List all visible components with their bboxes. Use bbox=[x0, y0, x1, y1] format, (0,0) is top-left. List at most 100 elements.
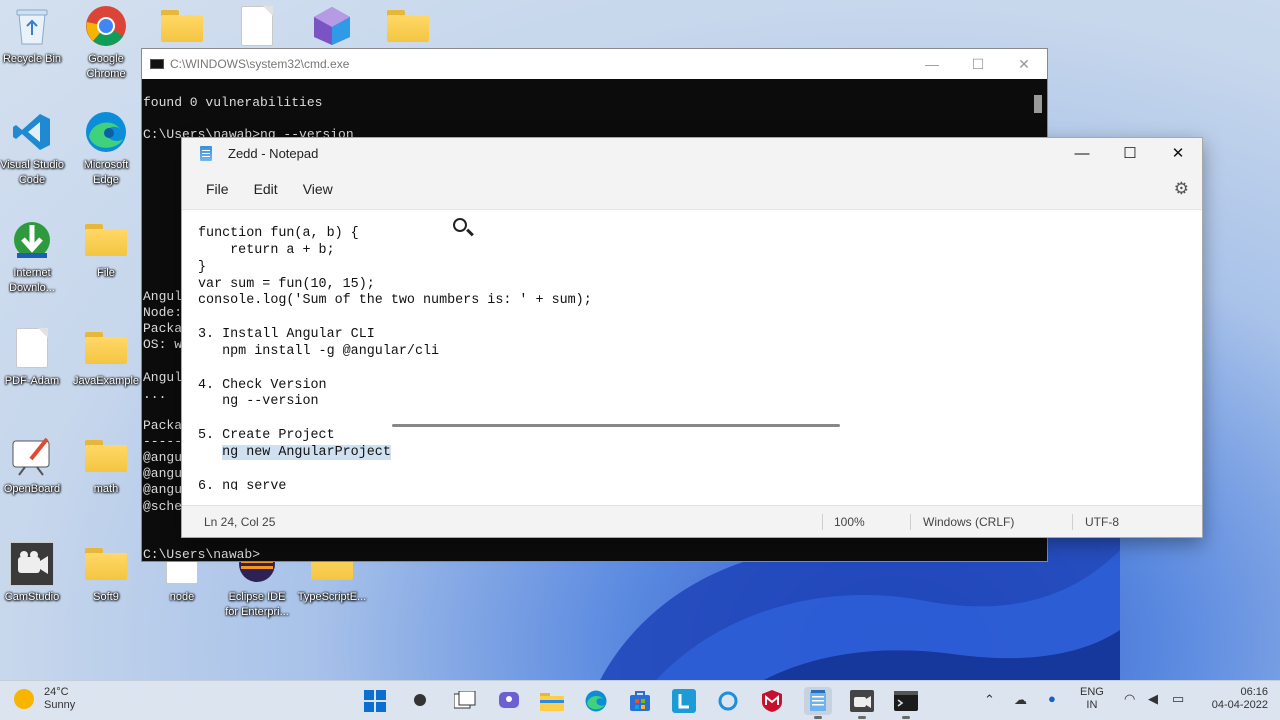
selected-text: ng new AngularProject bbox=[222, 444, 391, 460]
text-indent bbox=[198, 445, 222, 460]
text-line: ng --version bbox=[198, 394, 319, 410]
console-line: @angu bbox=[143, 466, 183, 481]
desktop-icon-virtualbox[interactable] bbox=[296, 4, 368, 48]
desktop-icon-soft9[interactable]: Soft9 bbox=[70, 542, 142, 605]
console-line: Packa bbox=[143, 321, 183, 336]
line-ending: Windows (CRLF) bbox=[923, 515, 1015, 529]
console-line: Packa bbox=[143, 418, 183, 433]
desktop-icon-pdf-adam[interactable]: PDF-Adam bbox=[0, 326, 68, 389]
menu-file[interactable]: File bbox=[196, 177, 239, 201]
text-editor[interactable]: function fun(a, b) { return a + b; } var… bbox=[182, 210, 1202, 490]
notepad-titlebar[interactable]: Zedd - Notepad — ☐ ✕ bbox=[182, 138, 1202, 168]
menu-bar: File Edit View ⚙ bbox=[182, 168, 1202, 210]
folder-icon bbox=[84, 434, 128, 478]
launcher-icon[interactable] bbox=[670, 687, 698, 715]
desktop-icon-label: CamStudio bbox=[4, 591, 60, 603]
encoding: UTF-8 bbox=[1085, 515, 1119, 529]
status-bar: Ln 24, Col 25 100% Windows (CRLF) UTF-8 bbox=[182, 505, 1202, 537]
clock[interactable]: 06:16 04-04-2022 bbox=[1198, 686, 1268, 712]
desktop-icon-openboard[interactable]: OpenBoard bbox=[0, 434, 68, 497]
desktop-icon-camstudio[interactable]: CamStudio bbox=[0, 542, 68, 605]
desktop-icon-folder[interactable] bbox=[372, 4, 444, 48]
wifi-icon[interactable]: ◠ bbox=[1124, 692, 1135, 705]
weather-temp: 24°C bbox=[44, 686, 69, 698]
close-button[interactable]: ✕ bbox=[1154, 138, 1202, 168]
minimize-button[interactable]: — bbox=[1058, 138, 1106, 168]
store-icon[interactable] bbox=[626, 687, 654, 715]
cmd-title: C:\WINDOWS\system32\cmd.exe bbox=[170, 57, 350, 71]
search-icon[interactable] bbox=[407, 687, 435, 715]
camstudio-icon[interactable] bbox=[848, 687, 876, 719]
close-button[interactable]: ✕ bbox=[1001, 56, 1047, 73]
vscode-icon bbox=[10, 110, 54, 154]
language-code: ENG bbox=[1080, 686, 1104, 698]
desktop-icon-label: OpenBoard bbox=[3, 483, 61, 495]
volume-icon[interactable]: ◀ bbox=[1148, 692, 1158, 705]
recycle-bin-icon bbox=[10, 4, 54, 48]
text-line: function fun(a, b) { bbox=[198, 226, 359, 241]
file-explorer-icon[interactable] bbox=[538, 687, 566, 715]
folder-icon bbox=[160, 4, 204, 48]
edge-icon bbox=[84, 110, 128, 154]
text-line: 4. Check Version bbox=[198, 377, 327, 393]
settings-gear-icon[interactable]: ⚙ bbox=[1174, 179, 1189, 199]
menu-view[interactable]: View bbox=[293, 177, 343, 201]
language-indicator[interactable]: ENG IN bbox=[1080, 686, 1104, 712]
magnifier-cursor-icon bbox=[453, 218, 467, 232]
folder-icon bbox=[386, 4, 430, 48]
cmd-icon bbox=[150, 59, 164, 69]
battery-icon[interactable]: ▭ bbox=[1172, 692, 1184, 705]
text-line: var sum = fun(10, 15); bbox=[198, 276, 375, 292]
region-code: IN bbox=[1086, 699, 1098, 711]
desktop-icon-label: Google Chrome bbox=[86, 53, 126, 80]
desktop-icon-recycle-bin[interactable]: Recycle Bin bbox=[0, 4, 68, 67]
minimize-button[interactable]: — bbox=[909, 56, 955, 73]
cmd-titlebar[interactable]: C:\WINDOWS\system32\cmd.exe — ☐ ✕ bbox=[142, 49, 1047, 79]
cortana-icon[interactable] bbox=[714, 687, 742, 715]
desktop-icon-chrome[interactable]: Google Chrome bbox=[70, 4, 142, 82]
onedrive-icon[interactable]: ☁ bbox=[1014, 693, 1027, 706]
console-line: ... bbox=[143, 387, 167, 402]
desktop-icon-folder[interactable] bbox=[146, 4, 218, 48]
desktop-icon-label: Eclipse IDE for Enterpri... bbox=[225, 591, 289, 618]
task-view-icon[interactable] bbox=[451, 687, 479, 715]
terminal-icon[interactable] bbox=[892, 687, 920, 719]
taskbar: 24°C Sunny ⌃ ☁ ● ENG IN ◠ ◀ ▭ 06:16 04-0… bbox=[0, 680, 1280, 720]
desktop-icon-label: Internet Downlo... bbox=[9, 267, 55, 294]
desktop-icon-math[interactable]: math bbox=[70, 434, 142, 497]
start-icon[interactable] bbox=[361, 687, 389, 715]
console-line: @sche bbox=[143, 499, 183, 514]
chevron-up-icon[interactable]: ⌃ bbox=[984, 693, 995, 706]
console-line: Angul bbox=[143, 289, 183, 304]
console-line: Node: bbox=[143, 305, 183, 320]
desktop-icon-document[interactable] bbox=[221, 4, 293, 48]
microphone-icon[interactable]: ● bbox=[1048, 692, 1056, 705]
cursor-position: Ln 24, Col 25 bbox=[204, 515, 276, 529]
notepad-icon[interactable] bbox=[804, 687, 832, 719]
idm-icon bbox=[10, 218, 54, 262]
desktop-icon-vscode[interactable]: Visual Studio Code bbox=[0, 110, 68, 188]
desktop-icon-idm[interactable]: Internet Downlo... bbox=[0, 218, 68, 296]
weather-widget[interactable]: 24°C Sunny bbox=[14, 686, 75, 712]
desktop-icon-label: PDF-Adam bbox=[4, 375, 60, 387]
menu-edit[interactable]: Edit bbox=[244, 177, 288, 201]
chat-icon[interactable] bbox=[495, 687, 523, 715]
desktop-icon-edge[interactable]: Microsoft Edge bbox=[70, 110, 142, 188]
desktop-icon-label: Microsoft Edge bbox=[83, 159, 129, 186]
edge-icon[interactable] bbox=[582, 687, 610, 715]
maximize-button[interactable]: ☐ bbox=[955, 56, 1001, 73]
desktop-icon-label: TypeScriptE... bbox=[297, 591, 367, 603]
console-line: Angul bbox=[143, 370, 183, 385]
text-line: return a + b; bbox=[198, 242, 335, 258]
desktop-icon-file-folder[interactable]: File bbox=[70, 218, 142, 281]
notepad-window[interactable]: Zedd - Notepad — ☐ ✕ File Edit View ⚙ fu… bbox=[181, 137, 1203, 538]
scroll-thumb[interactable] bbox=[1034, 95, 1042, 113]
horizontal-scrollbar[interactable] bbox=[392, 424, 840, 427]
console-line: @angu bbox=[143, 450, 183, 465]
text-line: npm install -g @angular/cli bbox=[198, 343, 440, 359]
desktop-icon-label: math bbox=[93, 483, 119, 495]
mcafee-icon[interactable] bbox=[758, 687, 786, 715]
maximize-button[interactable]: ☐ bbox=[1106, 138, 1154, 168]
desktop-icon-javaexample[interactable]: JavaExample bbox=[70, 326, 142, 389]
text-line: console.log('Sum of the two numbers is: … bbox=[198, 293, 592, 309]
